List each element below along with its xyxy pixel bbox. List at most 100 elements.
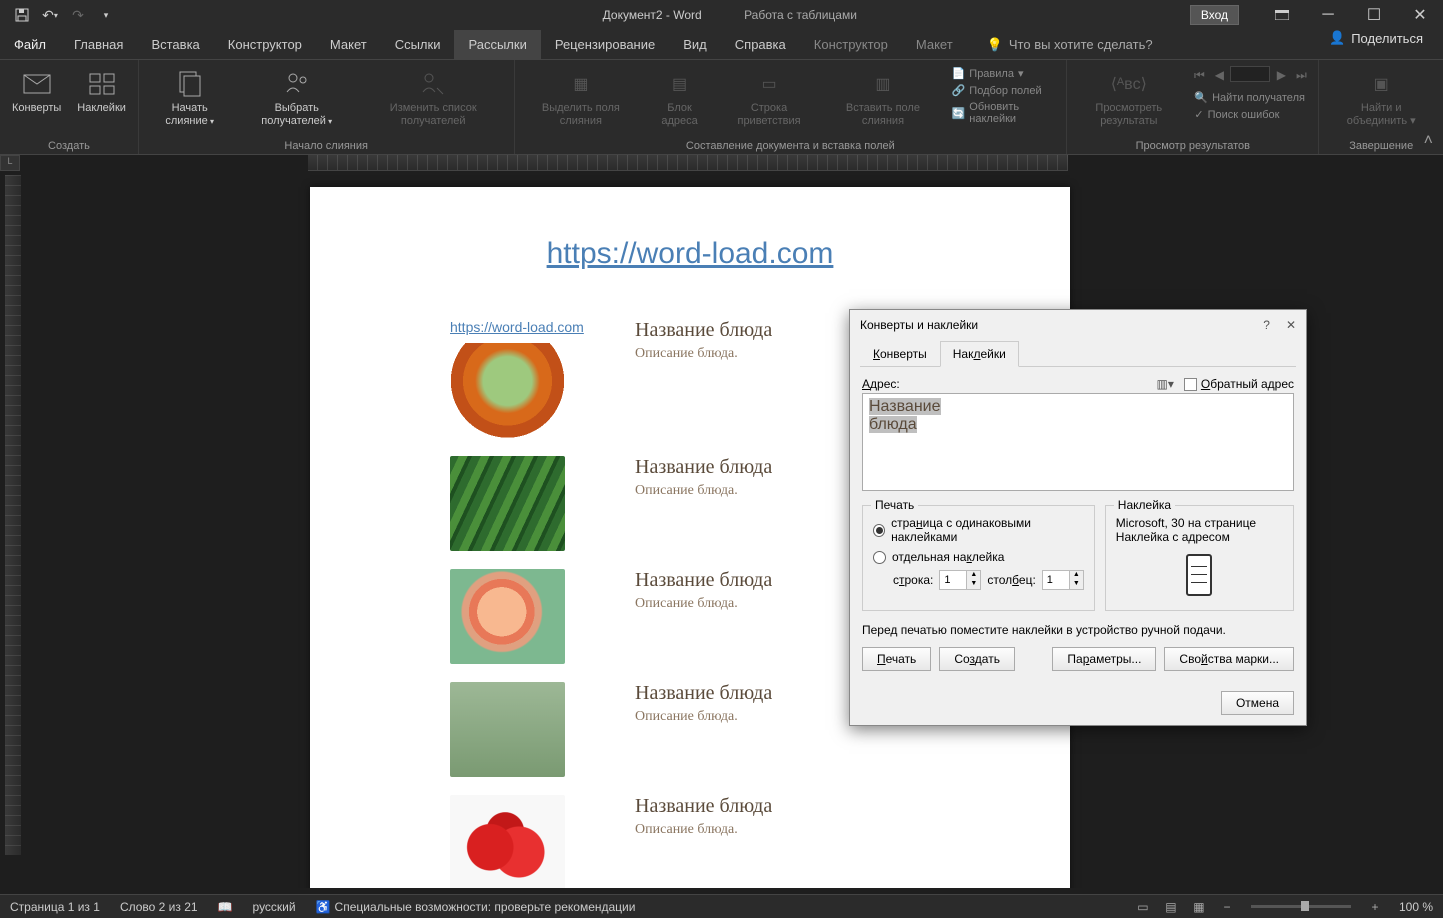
dialog-close-icon[interactable]: ✕: [1286, 318, 1296, 332]
preview-results-button: ⟨ᴬʙᴄ⟩Просмотреть результаты: [1073, 64, 1184, 138]
zoom-level[interactable]: 100 %: [1399, 900, 1433, 914]
group-preview: ⟨ᴬʙᴄ⟩Просмотреть результаты ⏮ ◀ ▶ ⏭ 🔍Най…: [1067, 60, 1319, 154]
tab-view[interactable]: Вид: [669, 30, 721, 59]
cancel-button[interactable]: Отмена: [1221, 691, 1294, 715]
option-same-page[interactable]: страница с одинаковыми наклейками: [873, 516, 1084, 544]
record-input: [1230, 66, 1270, 82]
group-write-insert: ▦Выделить поля слияния ▤Блок адреса ▭Стр…: [515, 60, 1068, 154]
language-status[interactable]: русский: [243, 900, 306, 914]
row-spinner[interactable]: ▲▼: [939, 570, 981, 590]
tab-help[interactable]: Справка: [721, 30, 800, 59]
col-input[interactable]: [1043, 571, 1069, 589]
create-button[interactable]: Создать: [939, 647, 1015, 671]
tab-envelopes[interactable]: Конверты: [860, 341, 940, 367]
horizontal-ruler[interactable]: [308, 155, 1068, 171]
read-mode-icon[interactable]: ▭: [1131, 897, 1155, 917]
option-single-label[interactable]: отдельная наклейка: [873, 550, 1084, 564]
dish-image: [450, 456, 565, 551]
login-button[interactable]: Вход: [1190, 5, 1239, 25]
dish-desc: Описание блюда.: [635, 709, 772, 725]
table-tools-title: Работа с таблицами: [744, 8, 857, 22]
status-bar: Страница 1 из 1 Слово 2 из 21 📖 русский …: [0, 894, 1443, 918]
dialog-help-icon[interactable]: ?: [1263, 318, 1270, 332]
print-layout-icon[interactable]: ▤: [1159, 897, 1183, 917]
greeting-label: Строка приветствия: [724, 102, 815, 128]
menu-tabs: Файл Главная Вставка Конструктор Макет С…: [0, 30, 1443, 60]
lightbulb-icon: 💡: [987, 37, 1003, 53]
print-note: Перед печатью поместите наклейки в устро…: [862, 623, 1294, 637]
select-recipients-icon: [281, 68, 313, 100]
dish-desc: Описание блюда.: [635, 822, 772, 838]
dish-desc: Описание блюда.: [635, 596, 772, 612]
select-recipients-button[interactable]: Выбрать получателей ▾: [238, 64, 354, 138]
qat-customize-icon[interactable]: ▾: [96, 5, 116, 25]
zoom-in-icon[interactable]: +: [1363, 897, 1387, 917]
address-line2: блюда: [869, 416, 917, 433]
spin-down-icon[interactable]: ▼: [1070, 580, 1083, 589]
vertical-ruler[interactable]: [5, 175, 21, 855]
tell-me-placeholder: Что вы хотите сделать?: [1009, 37, 1153, 52]
maximize-icon[interactable]: ☐: [1351, 0, 1397, 30]
row-input[interactable]: [940, 571, 966, 589]
tab-references[interactable]: Ссылки: [381, 30, 455, 59]
tab-mailings[interactable]: Рассылки: [454, 30, 540, 59]
tab-home[interactable]: Главная: [60, 30, 137, 59]
close-icon[interactable]: ✕: [1397, 0, 1443, 30]
rules-label: Правила: [969, 68, 1014, 80]
minimize-icon[interactable]: ─: [1305, 0, 1351, 30]
address-textarea[interactable]: Название блюда: [862, 393, 1294, 491]
ribbon-display-icon[interactable]: [1259, 0, 1305, 30]
labels-button[interactable]: Наклейки: [71, 64, 132, 138]
find-icon: 🔍: [1194, 91, 1208, 104]
dish-title: Название блюда: [635, 795, 772, 818]
tab-table-design[interactable]: Конструктор: [800, 30, 902, 59]
radio-icon: [873, 524, 885, 537]
highlight-icon: ▦: [565, 68, 597, 100]
print-button[interactable]: Печать: [862, 647, 931, 671]
highlight-label: Выделить поля слияния: [527, 102, 636, 128]
col-spinner[interactable]: ▲▼: [1042, 570, 1084, 590]
labels-label: Наклейки: [77, 102, 126, 115]
word-count[interactable]: Слово 2 из 21: [110, 900, 208, 914]
main-link[interactable]: https://word-load.com: [450, 237, 930, 271]
web-layout-icon[interactable]: ▦: [1187, 897, 1211, 917]
brand-properties-button[interactable]: Свойства марки...: [1164, 647, 1294, 671]
group-create-label: Создать: [6, 138, 132, 154]
find-recipient-button: 🔍Найти получателя: [1190, 90, 1310, 105]
spin-up-icon[interactable]: ▲: [1070, 571, 1083, 580]
undo-icon[interactable]: ↶ ▾: [40, 5, 60, 25]
page-status[interactable]: Страница 1 из 1: [0, 900, 110, 914]
tab-design[interactable]: Конструктор: [214, 30, 316, 59]
start-merge-label: Начать слияние ▾: [151, 102, 229, 128]
tab-review[interactable]: Рецензирование: [541, 30, 669, 59]
label-info-line2: Наклейка с адресом: [1116, 530, 1283, 544]
tab-file[interactable]: Файл: [0, 30, 60, 59]
spin-down-icon[interactable]: ▼: [967, 580, 980, 589]
address-book-icon[interactable]: ▥▾: [1157, 377, 1174, 391]
tab-insert[interactable]: Вставка: [137, 30, 213, 59]
finish-merge-button: ▣Найти и объединить ▾: [1325, 64, 1437, 138]
envelopes-label: Конверты: [12, 102, 61, 115]
start-merge-button[interactable]: Начать слияние ▾: [145, 64, 235, 138]
parameters-button[interactable]: Параметры...: [1052, 647, 1156, 671]
return-address-checkbox[interactable]: Обратный адрес: [1184, 377, 1294, 391]
redo-icon[interactable]: ↷: [68, 5, 88, 25]
collapse-ribbon-icon[interactable]: ˄: [1424, 132, 1433, 150]
dialog-title: Конверты и наклейки: [860, 318, 978, 332]
tell-me-search[interactable]: 💡 Что вы хотите сделать?: [987, 30, 1153, 59]
envelopes-button[interactable]: Конверты: [6, 64, 67, 138]
tab-table-layout[interactable]: Макет: [902, 30, 967, 59]
share-button[interactable]: 👤 Поделиться: [1329, 30, 1423, 46]
label-groupbox[interactable]: Наклейка Microsoft, 30 на странице Накле…: [1105, 505, 1294, 611]
accessibility-status[interactable]: ♿ Специальные возможности: проверьте рек…: [306, 900, 646, 914]
spin-up-icon[interactable]: ▲: [967, 571, 980, 580]
dish-image: [450, 795, 565, 888]
tab-layout[interactable]: Макет: [316, 30, 381, 59]
spellcheck-icon[interactable]: 📖: [208, 900, 243, 914]
zoom-out-icon[interactable]: −: [1215, 897, 1239, 917]
greeting-line-button: ▭Строка приветствия: [718, 64, 821, 138]
tab-labels[interactable]: Наклейки: [940, 341, 1019, 367]
zoom-slider[interactable]: [1251, 905, 1351, 908]
save-icon[interactable]: [12, 5, 32, 25]
small-link[interactable]: https://word-load.com: [450, 319, 584, 335]
